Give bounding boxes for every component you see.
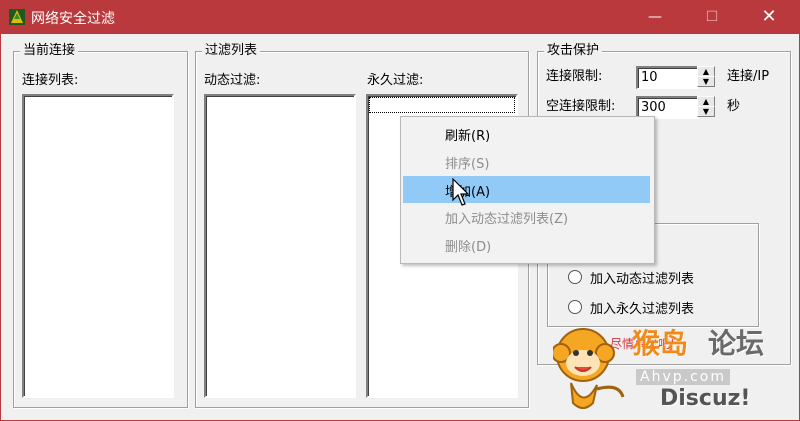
radio-add-dynamic-label: 加入动态过滤列表 <box>590 272 695 287</box>
maximize-button[interactable]: ☐ <box>689 0 735 34</box>
context-menu: 刷新(R) 排序(S) 增加(A) 加入动态过滤列表(Z) 删除(D) <box>400 116 655 264</box>
watermark-brand: 猴岛 <box>632 327 689 360</box>
menu-item-add[interactable]: 增加(A) <box>403 176 650 203</box>
close-button[interactable]: ✕ <box>746 0 792 34</box>
minimize-button[interactable]: — <box>632 0 678 34</box>
watermark-site: Ahvp.com <box>636 369 730 385</box>
spin-down-arrow-icon[interactable]: ▼ <box>697 76 715 87</box>
conn-limit-unit: 连接/IP <box>727 69 770 84</box>
idle-limit-unit: 秒 <box>727 99 741 114</box>
current-connections-title: 当前连接 <box>20 43 79 59</box>
filter-list-title: 过滤列表 <box>202 43 261 59</box>
dynamic-filter-list[interactable] <box>204 94 356 398</box>
title-bar: 网络安全过滤 — ☐ ✕ <box>0 0 800 34</box>
menu-item-add-dynamic-filter: 加入动态过滤列表(Z) <box>445 212 569 227</box>
idle-limit-spinner: ▲ ▼ <box>697 96 715 117</box>
permanent-filter-label: 永久过滤: <box>367 73 424 88</box>
menu-item-refresh[interactable]: 刷新(R) <box>403 120 650 147</box>
radio-add-dynamic[interactable]: 加入动态过滤列表 <box>568 268 748 287</box>
focus-rectangle <box>369 97 515 113</box>
radio-button[interactable] <box>568 300 582 314</box>
conn-limit-value: 10 <box>641 70 658 85</box>
menu-item-delete: 删除(D) <box>445 240 492 255</box>
spin-down-arrow-icon[interactable]: ▼ <box>697 106 715 117</box>
dynamic-filter-label: 动态过滤: <box>204 73 261 88</box>
radio-add-permanent[interactable]: 加入永久过滤列表 <box>568 298 748 317</box>
watermark-brand-suffix: 论坛 <box>708 327 765 360</box>
idle-limit-label: 空连接限制: <box>546 99 616 114</box>
menu-item-sort: 排序(S) <box>445 157 490 172</box>
mouse-cursor-icon <box>452 178 470 206</box>
conn-limit-label: 连接限制: <box>546 69 603 84</box>
watermark-discuz: Discuz! <box>660 386 751 411</box>
radio-add-permanent-label: 加入永久过滤列表 <box>590 302 695 317</box>
connection-list[interactable] <box>22 94 174 398</box>
app-icon <box>9 9 25 25</box>
attack-protection-title: 攻击保护 <box>544 43 603 59</box>
radio-button[interactable] <box>568 270 582 284</box>
idle-limit-value: 300 <box>641 100 666 115</box>
connection-list-label: 连接列表: <box>22 73 79 88</box>
conn-limit-spinner: ▲ ▼ <box>697 66 715 87</box>
window-title: 网络安全过滤 <box>31 11 115 27</box>
conn-limit-input[interactable]: 10 <box>636 66 699 89</box>
